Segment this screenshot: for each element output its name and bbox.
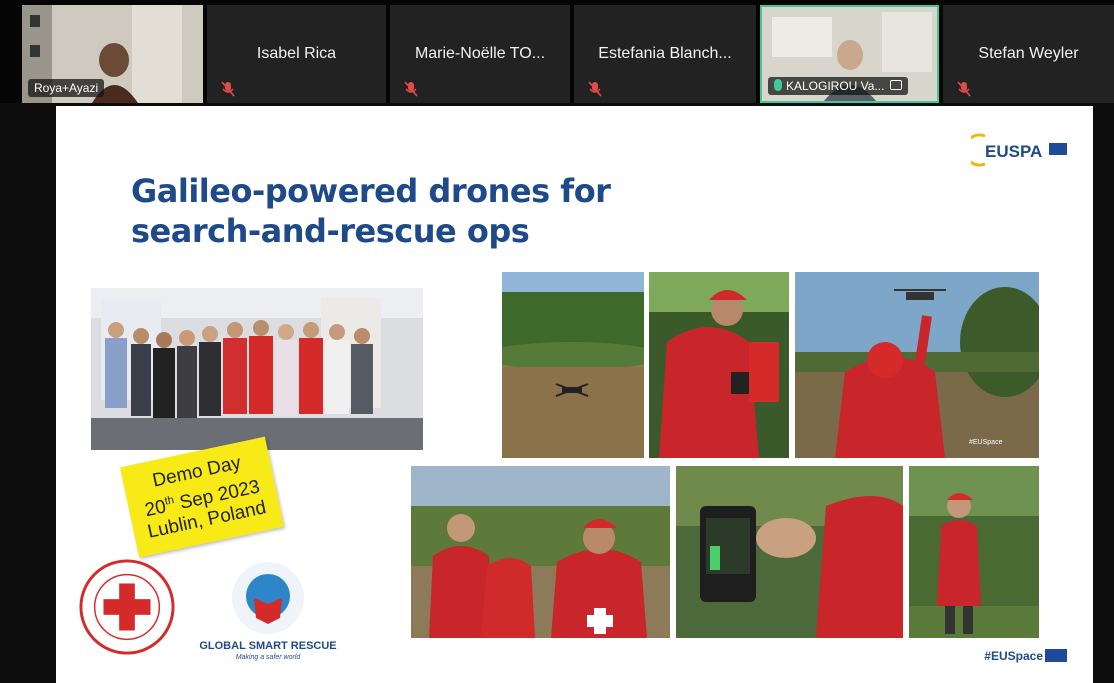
muted-mic-icon <box>957 81 971 97</box>
euspace-footer: #EUSpace <box>984 649 1067 663</box>
participant-strip: Roya+Ayazi Isabel Rica Marie-Noëlle TO..… <box>0 0 1114 103</box>
participant-tile-isabel[interactable]: Isabel Rica <box>207 5 386 103</box>
participant-name: Marie-Noëlle TO... <box>414 45 546 62</box>
global-smart-rescue-logo: GLOBAL SMART RESCUE Making a safer world <box>188 556 348 666</box>
participant-name: KALOGIROU Va... <box>786 79 885 93</box>
photo-pilot-controller <box>649 272 789 458</box>
photo-controller-closeup <box>676 466 903 638</box>
slide-title-line1: Galileo-powered drones for <box>131 172 611 210</box>
participant-tile-roya[interactable]: Roya+Ayazi <box>22 5 203 103</box>
participant-tile-kalogirou[interactable]: KALOGIROU Va... <box>760 5 939 103</box>
eu-flag-icon <box>1045 649 1067 662</box>
muted-mic-icon <box>404 81 418 97</box>
photo-drone-field <box>502 272 644 458</box>
participant-tile-marie-noelle[interactable]: Marie-Noëlle TO... <box>390 5 570 103</box>
slide-title: Galileo-powered drones for search-and-re… <box>131 171 691 251</box>
muted-mic-icon <box>588 81 602 97</box>
photo-rescue-team <box>411 466 670 638</box>
participant-name: Roya+Ayazi <box>28 79 105 97</box>
participant-tile-estefania[interactable]: Estefania Blanch... <box>574 5 756 103</box>
red-cross-ukraine-logo <box>79 559 175 655</box>
slide-title-line2: search-and-rescue ops <box>131 212 530 250</box>
screen-share-icon <box>890 80 903 90</box>
demo-day-sticky-note: Demo Day 20th Sep 2023 Lublin, Poland <box>120 436 284 558</box>
muted-mic-icon <box>221 81 235 97</box>
euspa-logo: EUSPA <box>971 133 1067 167</box>
euspace-footer-text: #EUSpace <box>984 649 1043 663</box>
photo-pilot-standing <box>909 466 1039 638</box>
gsr-tagline: Making a safer world <box>235 654 301 661</box>
participant-name-chip: KALOGIROU Va... <box>768 77 909 95</box>
group-photo <box>91 288 423 450</box>
participant-name: Isabel Rica <box>256 45 337 62</box>
gsr-name: GLOBAL SMART RESCUE <box>199 640 337 652</box>
mic-on-icon <box>774 79 782 91</box>
photo-watermark: #EUSpace <box>969 439 1003 446</box>
participant-tile-stefan[interactable]: Stefan Weyler <box>943 5 1114 103</box>
participant-name: Estefania Blanch... <box>598 45 732 62</box>
euspa-logo-text: EUSPA <box>985 142 1042 161</box>
gsr-emblem-icon <box>232 562 304 634</box>
photo-drone-launch: #EUSpace <box>795 272 1039 458</box>
shared-slide: EUSPA Galileo-powered drones for search-… <box>56 106 1093 683</box>
participant-name: Stefan Weyler <box>978 45 1079 62</box>
